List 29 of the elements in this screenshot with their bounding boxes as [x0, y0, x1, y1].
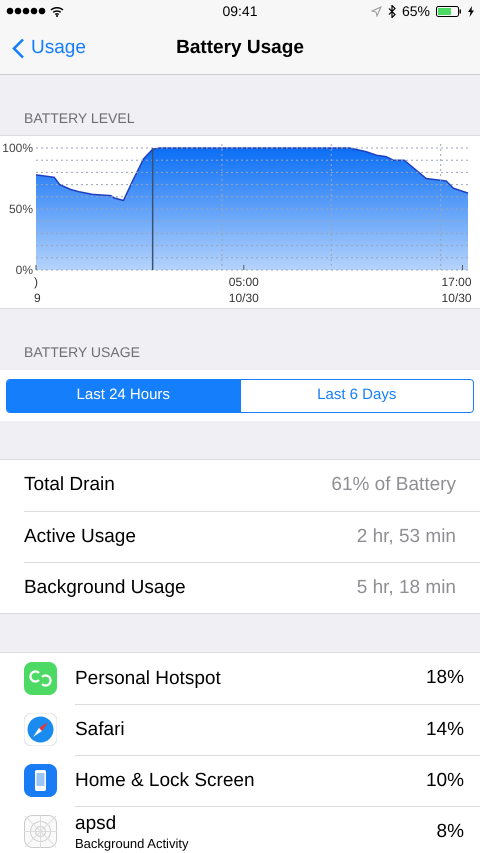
clock: 09:41 [222, 2, 258, 20]
app-percentage: 10% [426, 768, 464, 793]
app-name: Home & Lock Screen [75, 769, 255, 793]
app-subtitle: Background Activity [75, 836, 188, 852]
axis-date-label: 9 [34, 290, 41, 306]
screen-title: Battery Usage [176, 36, 304, 60]
section-header: BATTERY LEVEL [23, 109, 136, 128]
app-name: Safari [75, 718, 125, 742]
row-value: 61% of Battery [331, 473, 456, 498]
app-name: Personal Hotspot [75, 666, 221, 690]
app-percentage: 8% [436, 820, 464, 844]
axis-label: ) [34, 275, 38, 289]
axis-label: 17:00 [442, 275, 472, 289]
app-percentage: 18% [426, 666, 464, 690]
axis-label: 05:00 [228, 275, 259, 289]
row-label: Background Usage [24, 576, 186, 600]
battery-percentage: 65% [402, 2, 430, 20]
axis-label: 0% [16, 263, 33, 277]
app-name: apsd [75, 812, 118, 836]
row-value: 5 hr, 18 min [356, 576, 456, 600]
row-label: Total Drain [24, 473, 115, 498]
row-label: Active Usage [24, 524, 136, 549]
axis-date-label: 10/30 [442, 290, 472, 306]
row-value: 2 hr, 53 min [356, 524, 456, 549]
axis-date-label: 10/30 [228, 290, 259, 306]
axis-label: 50% [8, 202, 33, 216]
axis-label: 100% [2, 141, 33, 155]
app-percentage: 14% [426, 718, 464, 742]
section-header: BATTERY USAGE [23, 343, 141, 362]
